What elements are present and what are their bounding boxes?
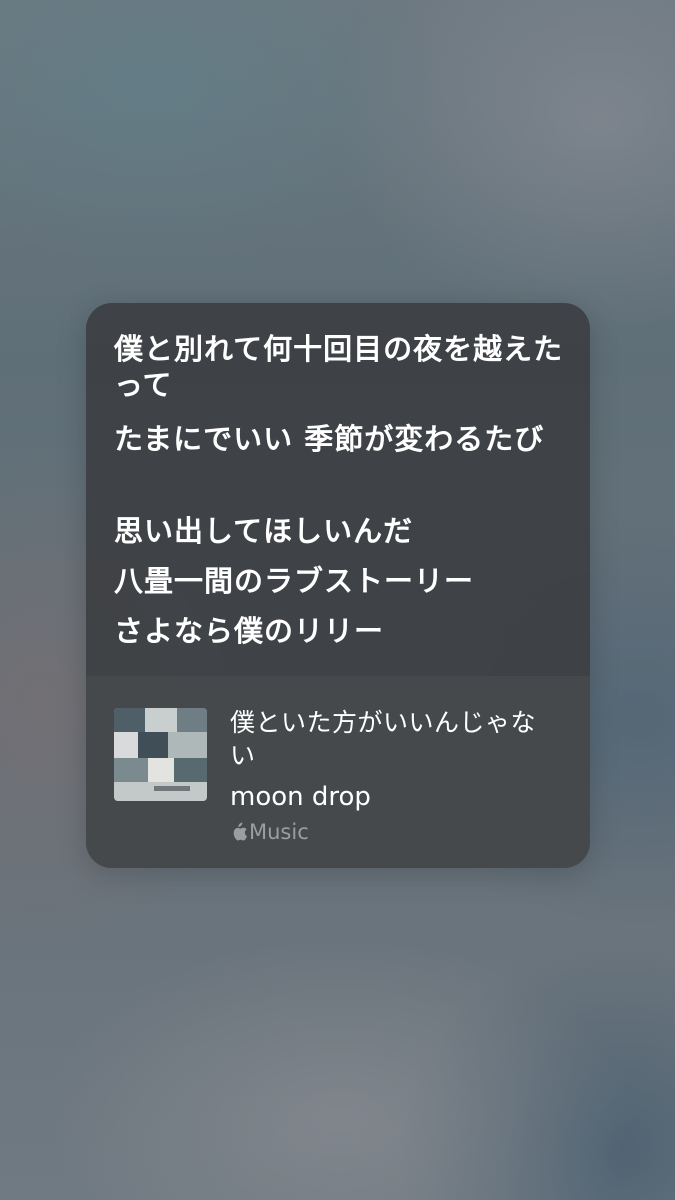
music-label: Music — [249, 820, 309, 844]
lyric-line-2: たまにでいい 季節が変わるたび — [114, 422, 545, 456]
lyric-line-1: 僕と別れて何十回目の夜を越えたって — [114, 332, 564, 402]
apple-music-badge[interactable]: Music — [230, 819, 309, 845]
song-title: 僕といた方がいいんじゃない — [230, 708, 537, 770]
album-artwork[interactable] — [114, 708, 207, 801]
lyric-line-3: 思い出してほしいんだ — [114, 514, 414, 548]
apple-logo-icon — [233, 822, 247, 841]
artist-name: moon drop — [230, 782, 371, 812]
lyric-line-5: さよなら僕のリリー — [114, 614, 385, 648]
track-info-footer[interactable]: 僕といた方がいいんじゃない moon drop Music — [86, 676, 590, 868]
lyrics-card[interactable]: 僕と別れて何十回目の夜を越えたって たまにでいい 季節が変わるたび 思い出してほ… — [86, 303, 590, 868]
lyrics-section: 僕と別れて何十回目の夜を越えたって たまにでいい 季節が変わるたび 思い出してほ… — [86, 303, 590, 676]
lyric-line-4: 八畳一間のラブストーリー — [114, 564, 475, 598]
lyrics-share-screen: { "lyrics": { "lines": [ "僕と別れて何十回目の夜を越え… — [0, 0, 675, 1200]
